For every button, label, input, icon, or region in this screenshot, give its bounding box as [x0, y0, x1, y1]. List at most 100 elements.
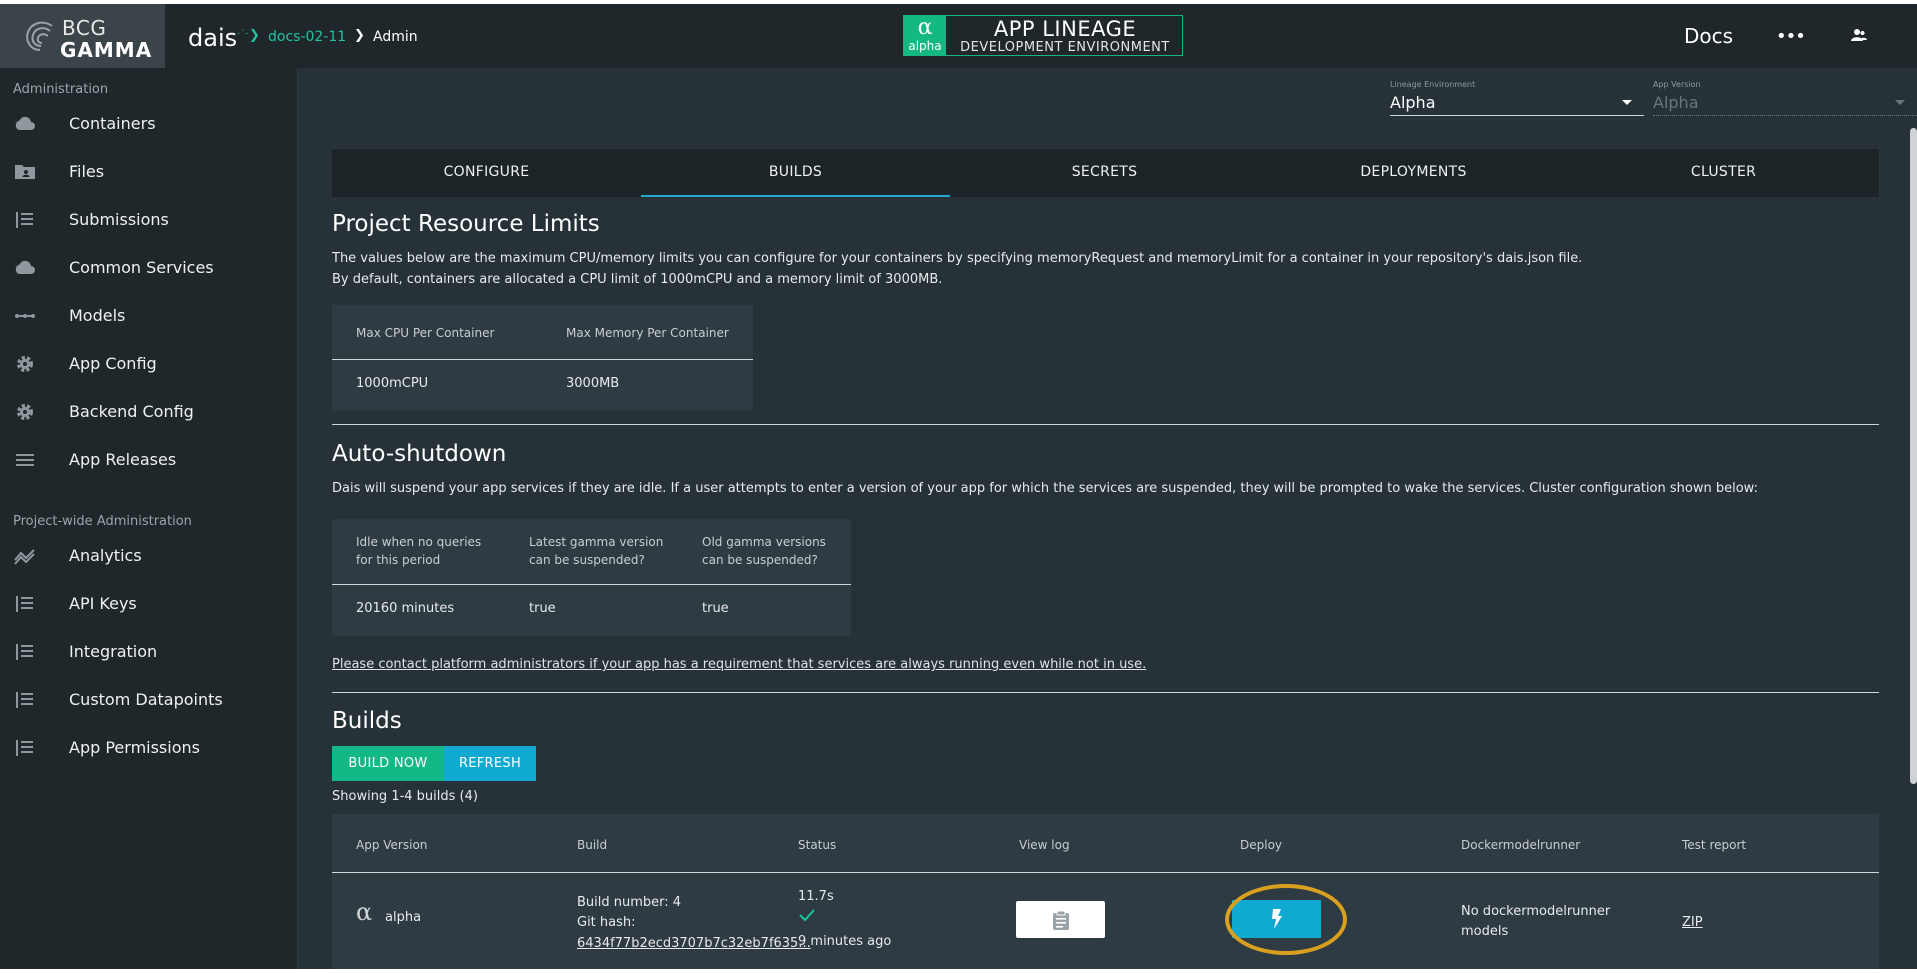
build-number: Build number: 4 [577, 895, 682, 910]
scrollbar[interactable] [1910, 128, 1917, 784]
refresh-button[interactable]: REFRESH [444, 746, 536, 781]
sidebar-item-app-releases[interactable]: App Releases [0, 438, 297, 482]
sidebar-item-label: App Permissions [69, 738, 200, 757]
resource-limits-title: Project Resource Limits [332, 211, 600, 237]
dockermodelrunner-line: No dockermodelrunner [1461, 904, 1611, 919]
user-account-icon[interactable] [1851, 28, 1867, 42]
test-report-zip-link[interactable]: ZIP [1682, 915, 1703, 930]
table-header-line: can be suspended? [702, 553, 818, 567]
build-duration: 11.7s [798, 889, 834, 904]
table-header: Status [798, 838, 837, 852]
sidebar-item-files[interactable]: Files [0, 150, 297, 194]
gear-icon [17, 404, 33, 420]
sidebar-item-label: Custom Datapoints [69, 690, 223, 709]
sidebar-item-label: Models [69, 306, 126, 325]
sidebar-item-analytics[interactable]: Analytics [0, 534, 297, 578]
sidebar-item-submissions[interactable]: Submissions [0, 198, 297, 242]
sidebar-item-label: Integration [69, 642, 158, 661]
git-hash-label: Git hash: [577, 915, 636, 930]
resource-limits-line-2: By default, containers are allocated a C… [332, 272, 943, 287]
cloud-icon [15, 260, 35, 274]
logo-line-2: GAMMA [60, 38, 153, 62]
caret-down-icon [1895, 100, 1905, 105]
dais-logo[interactable]: dais·˙· [188, 24, 248, 52]
list-icon [16, 692, 33, 708]
tab-configure[interactable]: CONFIGURE [332, 149, 641, 197]
logo-line-1: BCG [62, 16, 107, 40]
tab-deployments[interactable]: DEPLOYMENTS [1259, 149, 1568, 197]
sidebar-item-label: App Config [69, 354, 157, 373]
sidebar-item-models[interactable]: Models [0, 294, 297, 338]
tab-secrets[interactable]: SECRETS [950, 149, 1259, 197]
sidebar-item-app-permissions[interactable]: App Permissions [0, 726, 297, 770]
section-divider [332, 692, 1879, 693]
alpha-glyph: α [917, 15, 933, 40]
sidebar-item-label: Analytics [69, 546, 142, 565]
sidebar-item-backend-config[interactable]: Backend Config [0, 390, 297, 434]
git-hash-link[interactable]: 6434f77b2ecd3707b7c32eb7f635... [577, 936, 811, 951]
select-caption: App Version [1653, 80, 1701, 89]
table-header-line: can be suspended? [529, 553, 645, 567]
bcg-gamma-logo[interactable]: BCG GAMMA [0, 4, 165, 68]
table-cell: 20160 minutes [356, 601, 455, 616]
auto-shutdown-title: Auto-shutdown [332, 441, 507, 467]
breadcrumb-project[interactable]: docs-02-11 [268, 29, 346, 45]
table-header-line: for this period [356, 553, 441, 567]
table-header: Deploy [1240, 838, 1283, 852]
sidebar-item-common-services[interactable]: Common Services [0, 246, 297, 290]
analytics-icon [14, 549, 35, 565]
menu-icon [16, 454, 34, 466]
section-divider [332, 424, 1879, 425]
resource-limits-line-1: The values below are the maximum CPU/mem… [332, 251, 1583, 266]
sidebar-item-label: Backend Config [69, 402, 194, 421]
sidebar-item-integration[interactable]: Integration [0, 630, 297, 674]
sidebar-item-custom-datapoints[interactable]: Custom Datapoints [0, 678, 297, 722]
deploy-highlight-ring [1225, 884, 1347, 955]
sidebar-item-label: Containers [69, 114, 156, 133]
dockermodelrunner-status: No dockermodelrunner models [1461, 902, 1610, 942]
app-window: BCG GAMMA dais·˙· ❯ docs-02-11 ❯ Admin α… [0, 4, 1917, 969]
list-icon [16, 644, 33, 660]
dais-wordmark: dais [188, 24, 238, 52]
table-divider [332, 584, 851, 585]
table-header: App Version [356, 838, 428, 852]
breadcrumb-admin[interactable]: Admin [373, 29, 418, 45]
app-version-select: App Version Alpha [1653, 80, 1917, 116]
table-header: Max Memory Per Container [566, 326, 729, 340]
resource-limits-description: The values below are the maximum CPU/mem… [332, 248, 1872, 290]
builds-count: Showing 1-4 builds (4) [332, 789, 478, 804]
sidebar-item-label: App Releases [69, 450, 177, 469]
alpha-version-icon: α [356, 898, 373, 926]
build-app-version: alpha [385, 910, 422, 925]
dockermodelrunner-line: models [1461, 924, 1509, 939]
top-bar: BCG GAMMA dais·˙· ❯ docs-02-11 ❯ Admin α… [0, 4, 1917, 68]
more-menu-icon[interactable]: ••• [1776, 26, 1806, 47]
list-icon [16, 212, 33, 228]
select-caption: Lineage Environment [1390, 80, 1476, 89]
table-cell: true [702, 601, 729, 616]
sidebar-item-api-keys[interactable]: API Keys [0, 582, 297, 626]
docs-link[interactable]: Docs [1684, 24, 1733, 48]
auto-shutdown-description: Dais will suspend your app services if t… [332, 481, 1758, 496]
sidebar-section-administration: Administration [13, 82, 109, 97]
build-now-button[interactable]: BUILD NOW [332, 746, 444, 781]
sidebar-item-containers[interactable]: Containers [0, 102, 297, 146]
contact-admin-link[interactable]: Please contact platform administrators i… [332, 657, 1146, 672]
sidebar-item-label: Submissions [69, 210, 169, 229]
table-header: Latest gamma version can be suspended? [529, 533, 663, 569]
sidebar-item-app-config[interactable]: App Config [0, 342, 297, 386]
gear-icon [17, 356, 33, 372]
builds-table: App Version Build Status View log Deploy… [332, 814, 1879, 969]
tab-builds[interactable]: BUILDS [641, 149, 950, 197]
sidebar-item-label: Files [69, 162, 105, 181]
environment-badge: α alpha APP LINEAGE DEVELOPMENT ENVIRONM… [903, 15, 1183, 56]
sidebar-item-label: Common Services [69, 258, 214, 277]
lineage-environment-select[interactable]: Lineage Environment Alpha [1390, 80, 1644, 116]
tab-cluster[interactable]: CLUSTER [1569, 149, 1878, 197]
table-divider [332, 359, 753, 360]
chevron-right-icon: ❯ [354, 28, 365, 43]
table-header: View log [1019, 838, 1070, 852]
view-log-button[interactable] [1016, 901, 1105, 938]
alpha-tag: α alpha [904, 16, 946, 55]
table-header: Dockermodelrunner [1461, 838, 1581, 852]
